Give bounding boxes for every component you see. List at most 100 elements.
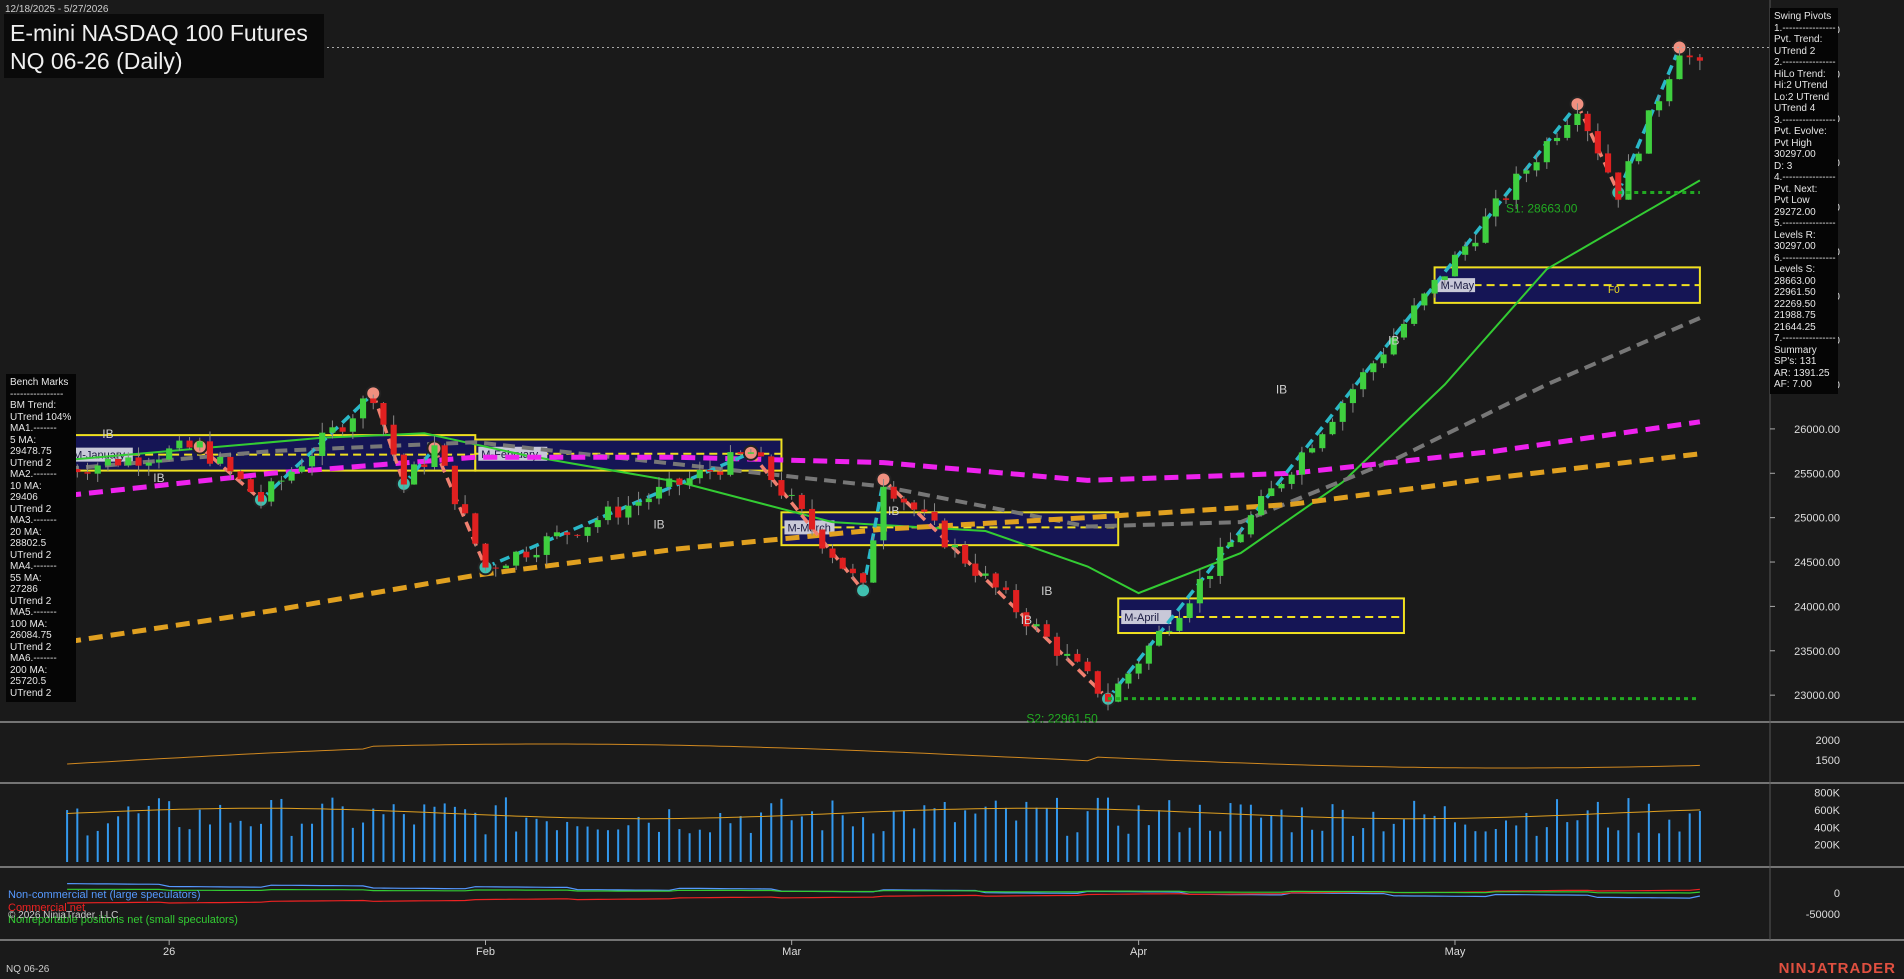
bench_panel-line: UTrend 2 (10, 595, 52, 607)
candle-body (1431, 280, 1438, 294)
ib-marker: IB (1041, 584, 1052, 598)
ib-marker: IB (1276, 382, 1287, 396)
candle-body (1421, 293, 1428, 306)
candle-body (594, 520, 601, 528)
bench_panel-line: 25720.5 (10, 676, 47, 687)
x-tick-label: Feb (476, 946, 495, 958)
candle-body (747, 452, 754, 454)
candle-body (809, 508, 816, 530)
swing_panel-line: 21644.25 (1774, 321, 1816, 333)
indicator2-tick-label: 800K (1814, 788, 1840, 800)
bench_panel-line: UTrend 104% (10, 411, 72, 423)
candle-body (615, 506, 622, 518)
swing_panel-line: 7.---------------- (1774, 333, 1836, 344)
swing_panel-line: AF: 7.00 (1774, 379, 1812, 390)
support-label: S1: 28663.00 (1506, 202, 1578, 216)
ib-marker: IB (1388, 334, 1399, 348)
swing_panel-line: 30297.00 (1774, 149, 1816, 160)
candle-body (941, 520, 948, 548)
candle-body (339, 427, 346, 432)
bench_panel-line: UTrend 2 (10, 687, 52, 699)
swing_panel-line: 21988.75 (1774, 310, 1816, 321)
candle-body (757, 452, 765, 457)
candle-body (849, 568, 856, 574)
candle-body (268, 481, 275, 502)
candle-body (1553, 137, 1561, 142)
candle-body (1278, 483, 1285, 489)
candle-body (574, 534, 581, 536)
bench_panel-line: 28802.5 (10, 538, 47, 549)
bench-marks-panel: Bench Marks ---------------- BM Trend: UTre… (6, 374, 76, 702)
candle-body (1400, 323, 1408, 338)
candle-body (1166, 630, 1173, 632)
x-tick-label: May (1445, 946, 1466, 958)
candle-body (451, 465, 458, 505)
candle-body (1339, 403, 1346, 422)
candle-body (1033, 624, 1040, 627)
bench_panel-line: UTrend 2 (10, 549, 52, 561)
monthly-level-label: M-April (1124, 612, 1159, 624)
candle-body (655, 486, 663, 499)
indicator1-tick-label: 1500 (1816, 755, 1840, 767)
candle-body (706, 469, 714, 472)
candle-body (166, 448, 173, 460)
candle-body (1094, 671, 1101, 694)
candle-body (1064, 653, 1071, 656)
candle-body (1298, 452, 1305, 475)
candle-body (666, 478, 673, 487)
swing_panel-line: Pvt. Trend: (1774, 34, 1823, 45)
x-tick-label: 26 (163, 946, 175, 958)
candle-body (359, 398, 367, 419)
candle-body (1645, 110, 1652, 154)
candle-body (1656, 101, 1663, 111)
price-tick-label: 23000.00 (1794, 690, 1840, 702)
candle-body (564, 532, 571, 535)
candle-body (462, 504, 469, 514)
candle-body (1533, 162, 1540, 171)
price-tick-label: 25500.00 (1794, 468, 1840, 480)
swing_panel-line: Levels S: (1774, 264, 1816, 275)
copyright: © 2026 NinjaTrader, LLC (8, 910, 119, 921)
candle-body (1380, 354, 1387, 364)
swing_panel-line: Hi:2 UTrend (1774, 80, 1828, 91)
swing_panel-line: AR: 1391.25 (1774, 367, 1830, 379)
candle-body (1441, 276, 1448, 281)
candle-body (890, 486, 897, 499)
swing_panel-line: HiLo Trend: (1774, 68, 1826, 80)
candle-body (1349, 389, 1356, 404)
candle-body (1523, 170, 1530, 174)
candle-body (513, 551, 520, 566)
ib-marker: IB (102, 427, 113, 441)
ib-marker: IB (1021, 613, 1032, 627)
candle-body (1227, 542, 1234, 547)
candle-body (1360, 372, 1367, 390)
candle-body (676, 478, 683, 485)
swing_panel-line: 2.---------------- (1774, 57, 1836, 68)
candle-body (921, 509, 928, 512)
candle-body (247, 479, 254, 492)
candle-body (155, 459, 163, 463)
candle-body (390, 424, 397, 455)
candle-body (972, 563, 979, 576)
candle-body (1574, 113, 1581, 125)
price-tick-label: 23500.00 (1794, 646, 1840, 658)
candle-body (206, 441, 214, 464)
swing_panel-line: D: 3 (1774, 160, 1793, 172)
candle-body (1247, 515, 1254, 535)
moving-averages-layer (66, 179, 1701, 645)
candle-body (1258, 496, 1265, 516)
candle-body (217, 456, 224, 464)
candle-body (951, 544, 958, 548)
bench_panel-line: 200 MA: (10, 664, 48, 676)
instrument-label: NQ 06-26 (6, 964, 50, 975)
legend-noncommercial-text: Non-commercial net (large speculators) (8, 889, 201, 901)
bench_panel-line: MA1.------- (10, 423, 57, 434)
candle-body (421, 464, 428, 468)
candle-body (1411, 305, 1418, 324)
candle-body (227, 456, 234, 472)
candle-body (911, 502, 918, 510)
candle-body (1584, 113, 1591, 132)
candle-body (1013, 590, 1020, 613)
x-tick-label: Apr (1130, 946, 1147, 958)
chart-subtitle: NQ 06-26 (Daily) (10, 48, 183, 74)
